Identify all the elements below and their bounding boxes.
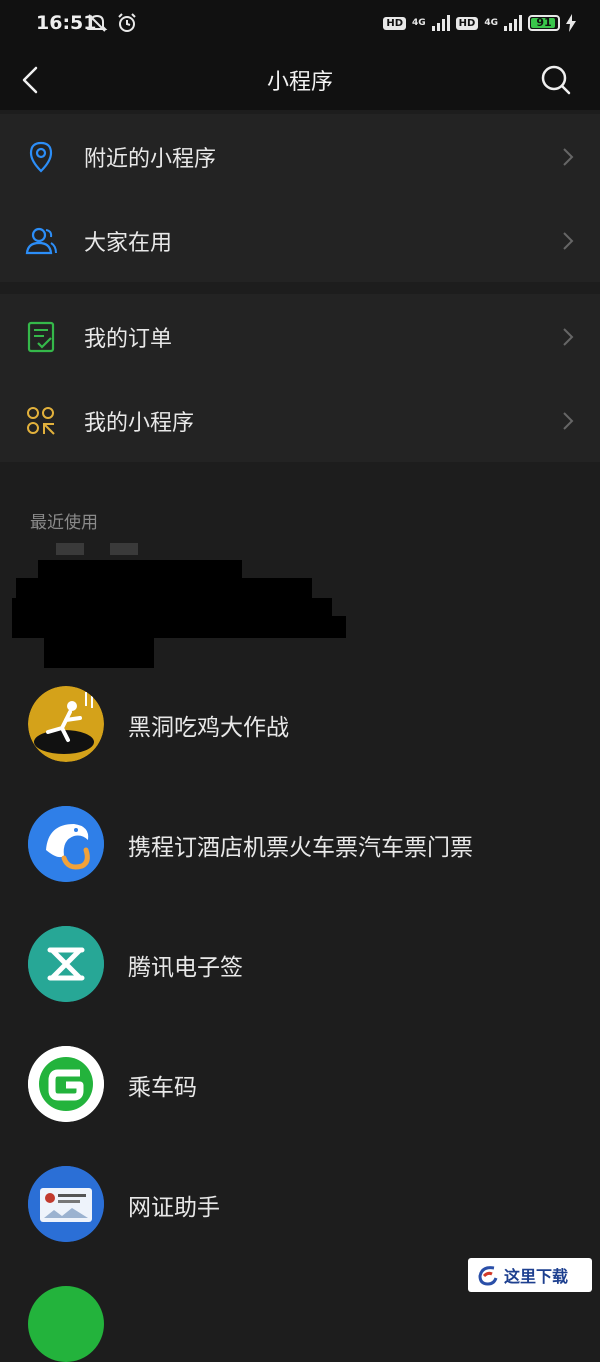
redaction-block [56, 543, 84, 555]
recent-app-name: 网证助手 [128, 1195, 220, 1221]
people-icon [25, 227, 57, 255]
menu-item-my-mini-programs[interactable]: 我的小程序 [0, 378, 600, 462]
status-bar: 16:51 HD 4G HD 4G 91 [0, 0, 600, 50]
recent-app-name: 黑洞吃鸡大作战 [128, 715, 289, 741]
alarm-clock-icon [118, 13, 136, 32]
recent-app-item[interactable]: 腾讯电子签 [0, 926, 600, 1036]
redaction-block [38, 560, 242, 580]
chevron-right-icon [563, 412, 574, 430]
menu-group-mine: 我的订单 我的小程序 [0, 294, 600, 462]
chevron-right-icon [563, 328, 574, 346]
recent-app-name: 乘车码 [128, 1075, 197, 1101]
watermark-text: 这里下载 [504, 1267, 569, 1286]
signal-bars-icon [431, 15, 450, 31]
order-list-icon [27, 321, 55, 353]
my-apps-icon [27, 407, 55, 435]
charging-bolt-icon [566, 14, 576, 32]
mute-notification-icon [86, 14, 108, 32]
navigation-bar: 小程序 [0, 50, 600, 110]
recent-app-name: 携程订酒店机票火车票汽车票门票 [128, 835, 473, 861]
recent-app-name: 腾讯电子签 [128, 955, 243, 981]
tencent-esign-icon [28, 926, 104, 1002]
id-certificate-icon [28, 1166, 104, 1242]
battery-icon: 91 [528, 15, 560, 31]
menu-item-popular[interactable]: 大家在用 [0, 198, 600, 282]
recent-section-title: 最近使用 [30, 513, 98, 533]
menu-item-nearby-mini-programs[interactable]: 附近的小程序 [0, 114, 600, 198]
chevron-right-icon [563, 232, 574, 250]
redaction-block [110, 543, 138, 555]
location-pin-icon [29, 141, 53, 173]
battery-level: 91 [536, 16, 552, 29]
watermark-logo-icon [478, 1266, 498, 1286]
redaction-block [12, 616, 346, 638]
redaction-block [44, 638, 154, 668]
network-type-label: 4G [412, 18, 426, 28]
hd-badge: HD [455, 16, 479, 30]
network-type-label: 4G [484, 18, 498, 28]
ctrip-dolphin-icon [28, 806, 104, 882]
search-button[interactable] [536, 60, 576, 100]
recent-app-item[interactable]: 携程订酒店机票火车票汽车票门票 [0, 806, 600, 916]
black-hole-game-icon [28, 686, 104, 762]
recent-app-item[interactable]: 黑洞吃鸡大作战 [0, 686, 600, 796]
partially-visible-app-icon[interactable] [28, 1286, 104, 1362]
menu-item-label: 附近的小程序 [84, 147, 217, 172]
signal-bars-icon [504, 15, 522, 31]
redaction-block [16, 578, 312, 600]
menu-group-discover: 附近的小程序 大家在用 [0, 114, 600, 282]
ride-code-icon [28, 1046, 104, 1122]
chevron-right-icon [563, 148, 574, 166]
menu-item-label: 我的小程序 [84, 411, 195, 436]
menu-item-label: 我的订单 [84, 327, 173, 352]
page-title: 小程序 [266, 70, 333, 95]
hd-badge: HD [383, 16, 407, 30]
menu-item-my-orders[interactable]: 我的订单 [0, 294, 600, 378]
search-icon [541, 65, 571, 95]
recent-app-item[interactable]: 乘车码 [0, 1046, 600, 1156]
site-watermark: 这里下载 [468, 1258, 592, 1292]
menu-item-label: 大家在用 [84, 231, 173, 256]
